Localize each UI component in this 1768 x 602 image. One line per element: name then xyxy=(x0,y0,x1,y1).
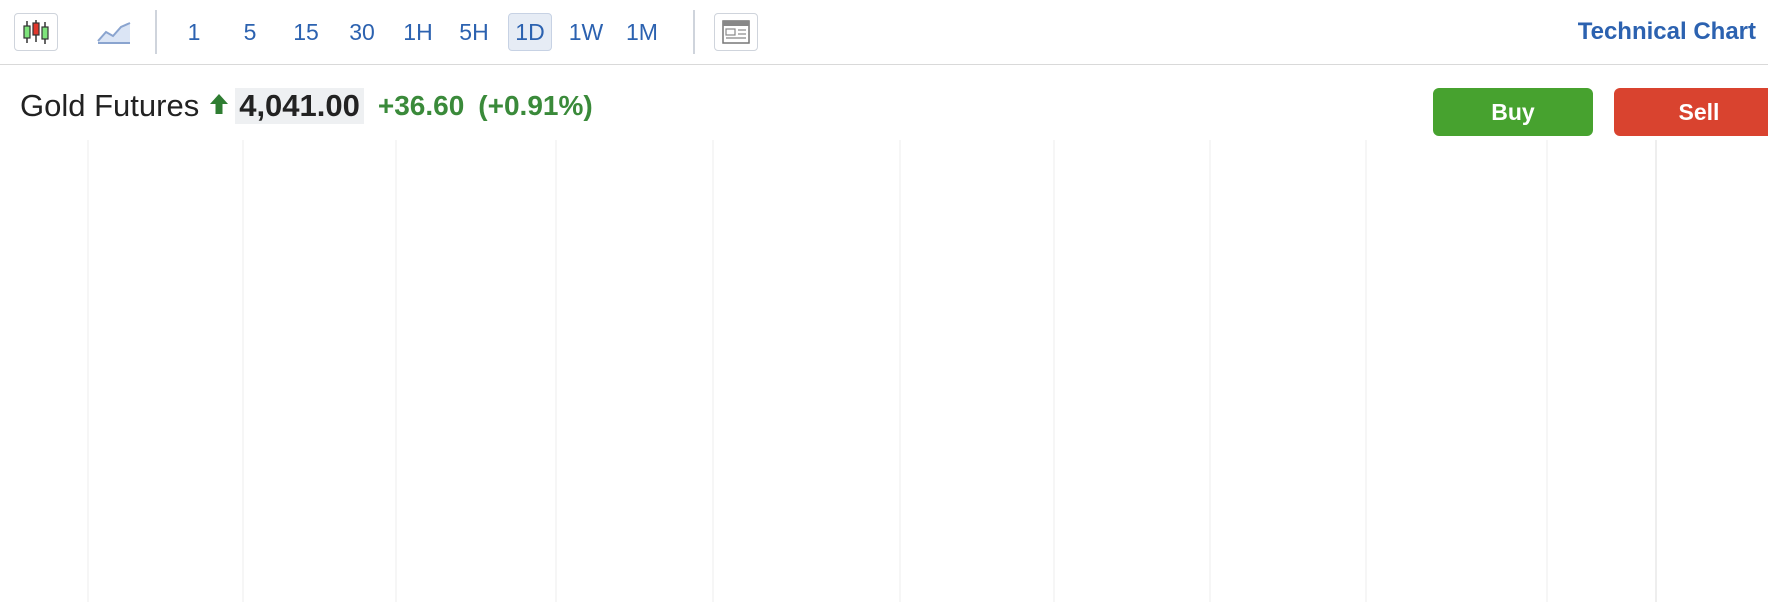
technical-chart-link[interactable]: Technical Chart xyxy=(1578,18,1756,46)
candlestick-icon[interactable] xyxy=(14,13,58,51)
interval-5h[interactable]: 5H xyxy=(452,13,496,51)
interval-1min[interactable]: 1 xyxy=(172,13,216,51)
instrument-name: Gold Futures xyxy=(20,88,200,123)
interval-30min[interactable]: 30 xyxy=(340,13,384,51)
sell-button[interactable]: Sell xyxy=(1614,88,1768,136)
interval-1w[interactable]: 1W xyxy=(564,13,608,51)
toolbar-divider xyxy=(693,10,695,54)
price-change-percent: (+0.91%) xyxy=(478,90,593,121)
interval-1m[interactable]: 1M xyxy=(620,13,664,51)
toolbar-divider xyxy=(155,10,157,54)
interval-1h[interactable]: 1H xyxy=(396,13,440,51)
interval-1d[interactable]: 1D xyxy=(508,13,552,51)
quote-header: Gold Futures 4,041.00 +36.60 (+0.91%) xyxy=(20,86,593,126)
chart-layout-icon[interactable] xyxy=(714,13,758,51)
buy-button[interactable]: Buy xyxy=(1433,88,1593,136)
interval-15min[interactable]: 15 xyxy=(284,13,328,51)
price-chart[interactable]: 3,2503,5003,7504,0004,040.80 xyxy=(0,140,1768,602)
last-price: 4,041.00 xyxy=(235,88,364,124)
chart-grid xyxy=(87,140,1657,602)
price-change: +36.60 xyxy=(377,90,465,121)
area-chart-icon[interactable] xyxy=(92,13,136,51)
chart-toolbar: 1 5 15 30 1H 5H 1D 1W 1M Technical Chart xyxy=(0,0,1768,65)
up-arrow-icon xyxy=(209,93,229,120)
interval-5min[interactable]: 5 xyxy=(228,13,272,51)
